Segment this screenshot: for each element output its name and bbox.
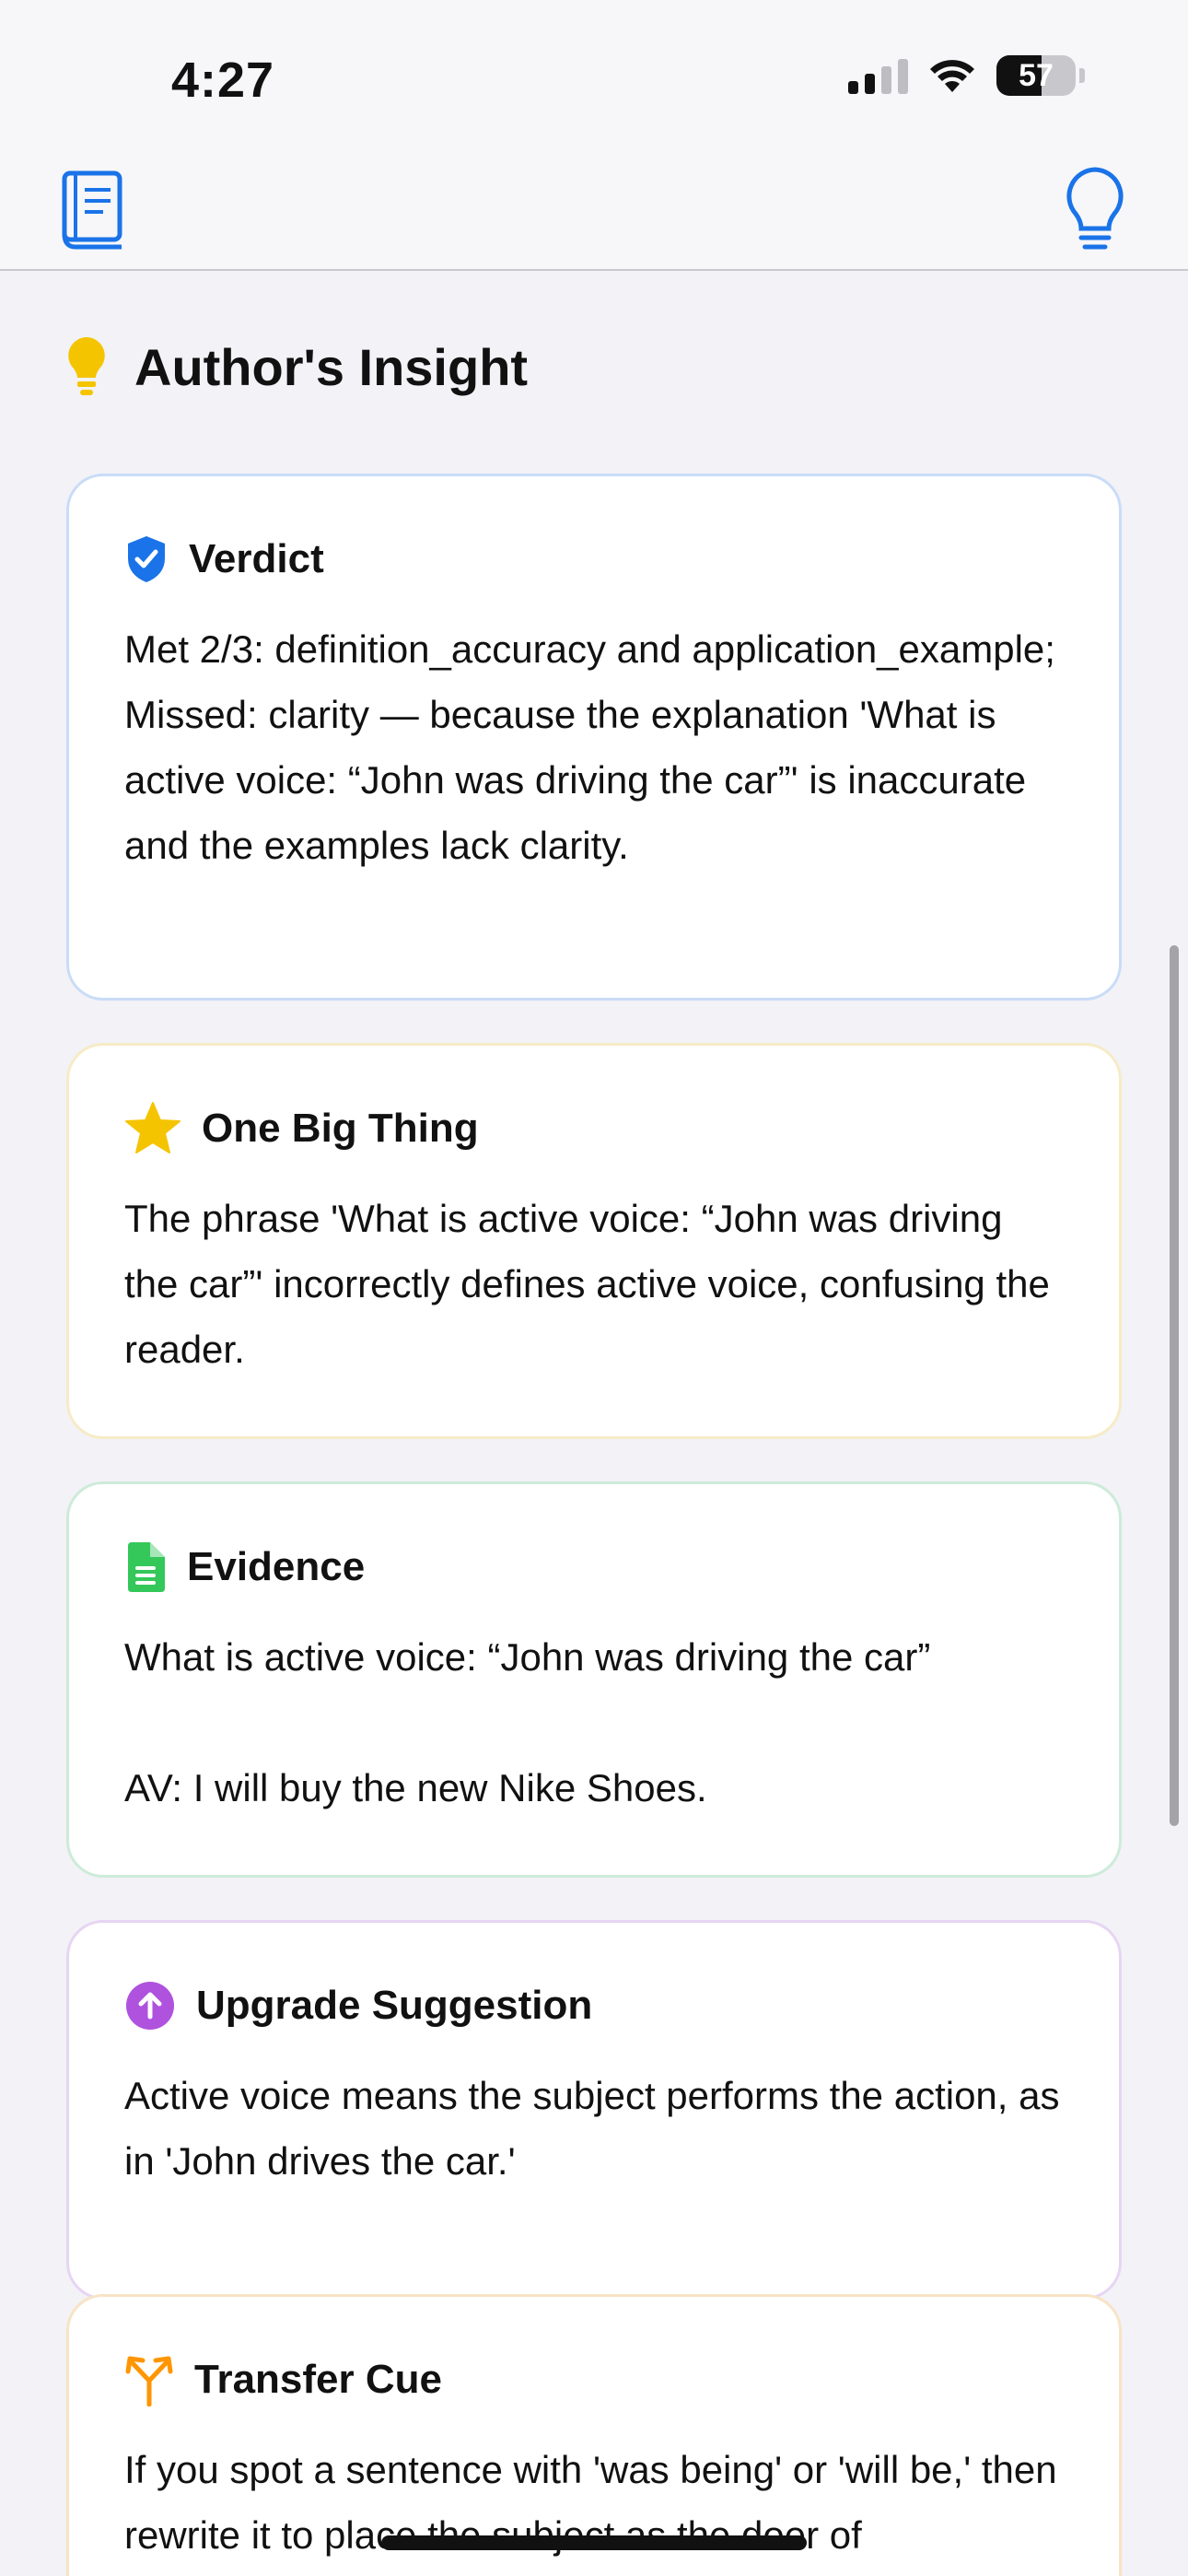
page-title: Author's Insight bbox=[134, 337, 529, 396]
card-title: Evidence bbox=[187, 1544, 366, 1589]
battery-icon: 57 bbox=[996, 55, 1076, 96]
navigation-bar bbox=[0, 157, 1188, 271]
page-header: Author's Insight bbox=[66, 335, 528, 398]
scrollbar[interactable] bbox=[1170, 945, 1179, 1826]
branch-arrows-icon bbox=[125, 2356, 173, 2406]
card-text: What is active voice: “John was driving … bbox=[124, 1635, 931, 1809]
arrow-up-circle-icon bbox=[126, 1982, 174, 2030]
home-indicator[interactable] bbox=[381, 2535, 807, 2550]
one-big-thing-card: One Big Thing The phrase 'What is active… bbox=[66, 1043, 1122, 1439]
card-text: The phrase 'What is active voice: “John … bbox=[124, 1197, 1061, 1371]
card-title: Upgrade Suggestion bbox=[196, 1983, 593, 2028]
card-title: Transfer Cue bbox=[194, 2357, 442, 2402]
status-icons: 57 bbox=[848, 55, 1085, 96]
status-time: 4:27 bbox=[171, 53, 275, 108]
wifi-icon bbox=[930, 60, 974, 92]
verdict-card: Verdict Met 2/3: definition_accuracy and… bbox=[66, 474, 1122, 1001]
card-title: One Big Thing bbox=[202, 1106, 479, 1151]
transfer-cue-card: Transfer Cue If you spot a sentence with… bbox=[66, 2294, 1122, 2576]
insight-content[interactable]: Author's Insight Verdict Met 2/3: defini… bbox=[0, 271, 1188, 2576]
battery-level: 57 bbox=[1019, 58, 1054, 93]
cellular-signal-icon bbox=[848, 57, 908, 94]
book-icon[interactable] bbox=[61, 170, 127, 251]
battery-cap bbox=[1079, 68, 1085, 83]
card-text: Met 2/3: definition_accuracy and applica… bbox=[124, 627, 1066, 867]
lightbulb-icon bbox=[68, 337, 105, 395]
lightbulb-icon[interactable] bbox=[1063, 166, 1127, 254]
upgrade-suggestion-card: Upgrade Suggestion Active voice means th… bbox=[66, 1920, 1122, 2300]
verified-shield-icon bbox=[128, 536, 165, 582]
document-icon bbox=[128, 1542, 165, 1592]
star-icon bbox=[125, 1102, 181, 1153]
evidence-card: Evidence What is active voice: “John was… bbox=[66, 1481, 1122, 1878]
card-title: Verdict bbox=[189, 536, 324, 581]
status-bar: 4:27 57 bbox=[0, 0, 1188, 157]
card-text: Active voice means the subject performs … bbox=[124, 2074, 1071, 2183]
